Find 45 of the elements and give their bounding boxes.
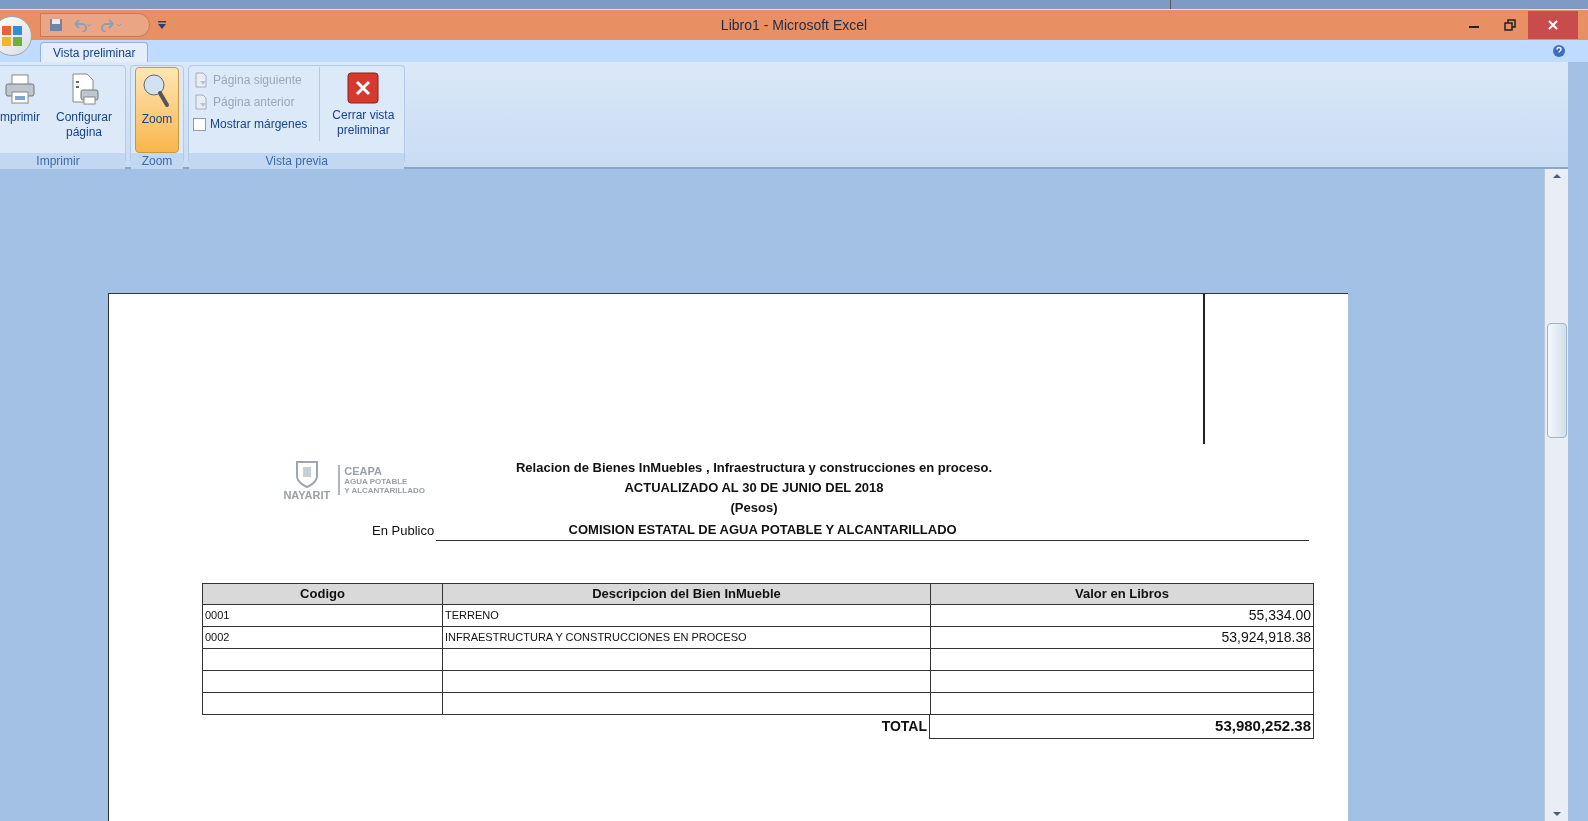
help-icon[interactable] <box>1552 44 1566 58</box>
table-cell-text: 0002 <box>204 629 231 645</box>
total-label: TOTAL <box>880 717 928 736</box>
entity-field: COMISION ESTATAL DE AGUA POTABLE Y ALCANTARILLADO <box>436 520 1310 541</box>
logo-text: CEAPA <box>344 465 383 477</box>
ribbon-button[interactable]: Cerrar vista preliminar <box>326 67 401 153</box>
report-title: ACTUALIZADO AL 30 DE JUNIO DEL 2018 <box>624 479 884 497</box>
ribbon-button[interactable]: mprimir <box>0 67 45 153</box>
page-icon <box>193 72 209 88</box>
office-logo-icon <box>0 24 24 48</box>
column-header: Codigo <box>299 584 346 603</box>
ribbon-tab[interactable]: Vista preliminar <box>40 42 149 62</box>
column-header: Descripcion del Bien InMueble <box>442 583 930 604</box>
table-cell-text: 0001 <box>204 607 231 623</box>
table-cell: INFRAESTRUCTURA Y CONSTRUCCIONES EN PROCESO <box>442 626 930 648</box>
report-title: Relacion de Bienes InMuebles , Infraestructura y construcciones en proceso. <box>515 459 993 477</box>
group-label: Imprimir <box>0 153 125 169</box>
close-icon <box>347 72 380 104</box>
table-cell: 55,334.00 <box>930 604 1313 626</box>
group-label: Zoom <box>131 153 183 169</box>
printer-icon <box>3 72 37 106</box>
close-icon <box>1547 19 1559 31</box>
group-label: Vista previa <box>189 153 405 169</box>
logo-text: AGUA POTABLE <box>344 477 409 486</box>
table-cell: 53,924,918.38 <box>930 626 1313 648</box>
margins-checkbox[interactable]: Mostrar márgenes <box>193 113 308 135</box>
scroll-thumb[interactable] <box>1546 323 1567 438</box>
checkbox-box[interactable] <box>193 117 206 131</box>
customize-toolbar-icon[interactable] <box>158 20 166 30</box>
total-value: 53,980,252.38 <box>929 714 1314 739</box>
column-header: Valor en Libros <box>930 583 1313 604</box>
ribbon-button[interactable]: Zoom <box>135 67 179 153</box>
close-window-button[interactable] <box>1528 11 1578 39</box>
report-title: (Pesos) <box>730 499 778 517</box>
field-label: En Publico <box>372 522 435 540</box>
save-icon[interactable] <box>49 18 63 32</box>
coat-of-arms-icon <box>293 459 320 489</box>
logo-text: Y ALCANTARILLADO <box>344 486 425 495</box>
ribbon-button[interactable]: Configurar página <box>47 67 121 153</box>
page-icon <box>193 94 209 110</box>
table-cell: TERRENO <box>442 604 930 626</box>
office-button[interactable] <box>0 16 32 56</box>
window-title: Libro1 - Microsoft Excel <box>720 15 868 35</box>
logo-text: NAYARIT <box>283 489 331 501</box>
restore-icon[interactable] <box>1504 19 1516 31</box>
